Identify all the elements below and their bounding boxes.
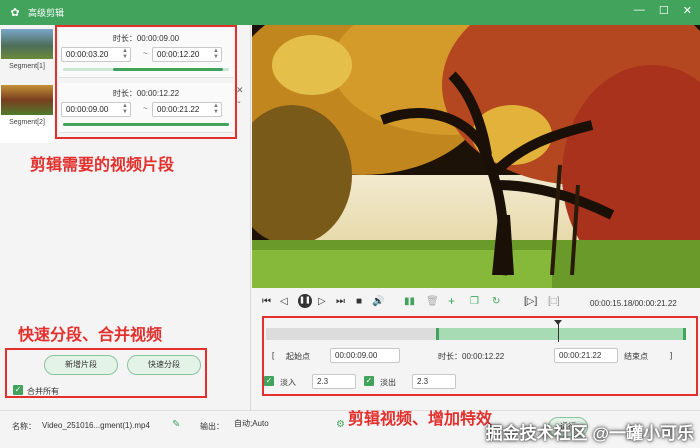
segment-label: Segment[2] <box>9 119 45 126</box>
bottom-bar: 名称： Video_251016...gment(1).mp4 ✎ 输出： 自动… <box>0 410 700 448</box>
playback-time: 00:00:15.18/00:00:21.22 <box>590 299 677 308</box>
video-preview <box>252 25 700 288</box>
title-bar: ✿ 高级剪辑 — ☐ ✕ <box>0 0 700 25</box>
segment-label: Segment[1] <box>9 63 45 70</box>
add-icon[interactable]: + <box>448 294 455 308</box>
output-label: 输出： <box>200 422 224 431</box>
maximize-button[interactable]: ☐ <box>659 4 669 17</box>
close-button[interactable]: ✕ <box>683 4 692 17</box>
fade-out-checkbox[interactable]: ✓ <box>364 376 374 386</box>
segment-thumbnail <box>1 29 53 59</box>
end-point-button[interactable]: 结束点 <box>624 351 648 362</box>
annotation-segments: 剪辑需要的视频片段 <box>30 157 175 174</box>
start-bracket-icon: [ <box>272 351 275 360</box>
step-back-icon[interactable]: ◁ <box>280 296 288 307</box>
fade-in-input[interactable]: 2.3 <box>312 374 356 389</box>
merge-all-checkbox[interactable]: ✓ <box>13 385 23 395</box>
annotation-edit: 剪辑视频、增加特效 <box>348 411 493 428</box>
segment-item-2[interactable]: Segment[2] <box>0 85 54 143</box>
editing-controls: ⏮ ◁ ❚❚ ▷ ⏭ ■ 🔊 ▮▮ 🗑 + ❐ ↻ [▷] [□] 00:00:… <box>252 288 700 410</box>
watermark: 掘金技术社区 @一罐小可乐 <box>485 424 694 443</box>
pause-icon[interactable]: ❚❚ <box>298 294 312 308</box>
fade-in-label: 淡入 <box>280 378 296 387</box>
volume-icon[interactable]: 🔊 <box>372 296 384 307</box>
remove-segment-icon[interactable]: ✕ <box>236 85 244 96</box>
start-time-input[interactable]: 00:00:09.00 <box>330 348 400 363</box>
output-file-name: Video_251016...gment(1).mp4 <box>42 421 150 430</box>
end-bracket-icon: ] <box>670 351 673 360</box>
step-forward-icon[interactable]: ▷ <box>318 296 326 307</box>
copy-icon[interactable]: ❐ <box>470 296 479 307</box>
fade-out-label: 淡出 <box>380 378 396 387</box>
annotation-box-segments <box>55 25 237 139</box>
output-settings-icon[interactable]: ⚙ <box>336 419 345 430</box>
delete-icon[interactable]: 🗑 <box>426 296 439 307</box>
window-title: 高级剪辑 <box>28 8 65 18</box>
fade-out-input[interactable]: 2.3 <box>412 374 456 389</box>
mark-out-icon[interactable]: [□] <box>548 296 560 307</box>
segment-list: Segment[1] Segment[2] <box>0 25 54 143</box>
start-point-button[interactable]: 起始点 <box>286 351 310 362</box>
split-icon[interactable]: ▮▮ <box>404 296 415 307</box>
mark-in-icon[interactable]: [▷] <box>524 296 537 307</box>
annotation-split-merge: 快速分段、合并视频 <box>18 327 163 344</box>
segment-thumbnail <box>1 85 53 115</box>
merge-all-label: 合并所有 <box>27 387 59 396</box>
fade-in-checkbox[interactable]: ✓ <box>264 376 274 386</box>
skip-start-icon[interactable]: ⏮ <box>262 296 271 307</box>
app-logo-icon: ✿ <box>10 7 20 19</box>
left-panel: Segment[1] Segment[2] 时长：00:00:09.00 00:… <box>0 25 251 410</box>
output-select[interactable]: 自动;Auto <box>230 417 346 432</box>
end-time-input[interactable]: 00:00:21.22 <box>554 348 618 363</box>
video-frame <box>252 25 700 288</box>
edit-name-icon[interactable]: ✎ <box>172 419 180 430</box>
skip-end-icon[interactable]: ⏭ <box>336 296 345 307</box>
timeline-track[interactable] <box>266 328 686 340</box>
timeline-playhead[interactable] <box>554 320 562 342</box>
stop-icon[interactable]: ■ <box>356 296 362 307</box>
reset-icon[interactable]: ↻ <box>492 296 500 307</box>
segment-item-1[interactable]: Segment[1] <box>0 29 54 81</box>
minimize-button[interactable]: — <box>634 4 645 17</box>
quick-split-button[interactable]: 快速分段 <box>127 355 201 375</box>
name-label: 名称： <box>12 422 36 431</box>
trim-duration: 时长：00:00:12.22 <box>438 352 505 361</box>
timeline-selection[interactable] <box>436 328 686 340</box>
add-segment-button[interactable]: 新增片段 <box>44 355 118 375</box>
